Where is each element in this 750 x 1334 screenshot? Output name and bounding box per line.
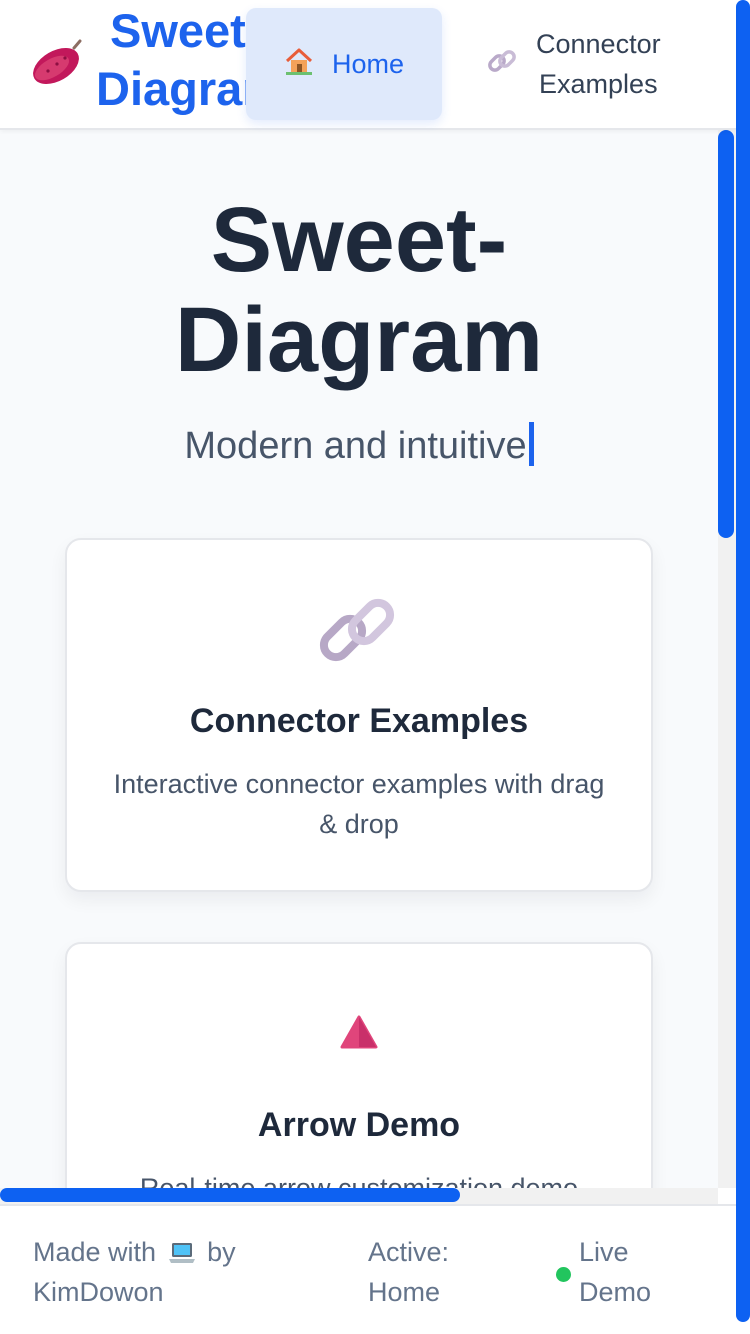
- nav-connector-label-line-2: Examples: [539, 69, 658, 99]
- nav-connector-label-line-1: Connector: [536, 29, 661, 59]
- live-demo-line-2: Demo: [579, 1277, 652, 1307]
- brand-line-2: Diagram: [96, 62, 256, 115]
- card-connector-examples[interactable]: Connector Examples Interactive connector…: [65, 538, 653, 892]
- triangle-icon: [67, 1014, 651, 1050]
- hero-title-line-1: Sweet-: [210, 189, 508, 291]
- live-demo-line-1: Live: [579, 1237, 629, 1267]
- hero-subtitle-text: Modern and intuitive: [184, 425, 527, 467]
- card-title: Connector Examples: [189, 702, 529, 740]
- active-page-indicator: Active: Home: [368, 1232, 498, 1312]
- sweet-potato-logo-icon: [30, 38, 84, 92]
- made-with-suffix: by: [207, 1237, 236, 1267]
- nav-connector-examples-button[interactable]: Connector Examples: [470, 14, 710, 114]
- card-description: Real-time arrow customization demo: [139, 1173, 579, 1188]
- nav-home-button[interactable]: Home: [246, 8, 442, 120]
- made-with-credit: Made with by KimDowon: [33, 1232, 293, 1312]
- main-content: Sweet- Diagram Modern and intuitive Conn…: [0, 130, 718, 1188]
- active-value: Home: [368, 1277, 441, 1307]
- card-title: Arrow Demo: [257, 1106, 461, 1144]
- active-label: Active:: [368, 1237, 450, 1267]
- footer: Made with by KimDowon Active: Home Live …: [0, 1204, 736, 1334]
- horizontal-scrollbar-thumb[interactable]: [0, 1188, 460, 1202]
- hero-subtitle: Modern and intuitive: [0, 422, 718, 469]
- typing-cursor: [528, 422, 534, 466]
- made-with-prefix: Made with: [33, 1237, 157, 1267]
- nav-connector-label: Connector Examples: [536, 24, 661, 104]
- top-navigation-bar: Sweet- Diagram Home Con: [0, 0, 736, 130]
- link-icon: [470, 45, 518, 84]
- house-icon: [284, 46, 314, 83]
- brand-name[interactable]: Sweet- Diagram: [96, 2, 256, 124]
- live-demo-status: Live Demo: [556, 1232, 676, 1312]
- laptop-icon: [164, 1237, 208, 1267]
- live-status-dot-icon: [556, 1266, 571, 1282]
- brand-line-1: Sweet-: [110, 4, 256, 57]
- link-icon: [67, 590, 651, 670]
- page-scrollbar-thumb[interactable]: [736, 0, 750, 1322]
- app-page: Sweet- Diagram Home Con: [0, 0, 750, 1334]
- nav-home-label: Home: [331, 48, 405, 79]
- vertical-scrollbar-thumb[interactable]: [718, 130, 734, 538]
- live-demo-label: Live Demo: [579, 1232, 651, 1312]
- card-description: Interactive connector examples with drag…: [113, 769, 605, 839]
- hero-title-line-2: Diagram: [174, 289, 544, 391]
- card-arrow-demo[interactable]: Arrow Demo Real-time arrow customization…: [65, 942, 653, 1188]
- author-name: KimDowon: [33, 1277, 164, 1307]
- hero-title: Sweet- Diagram: [0, 190, 718, 390]
